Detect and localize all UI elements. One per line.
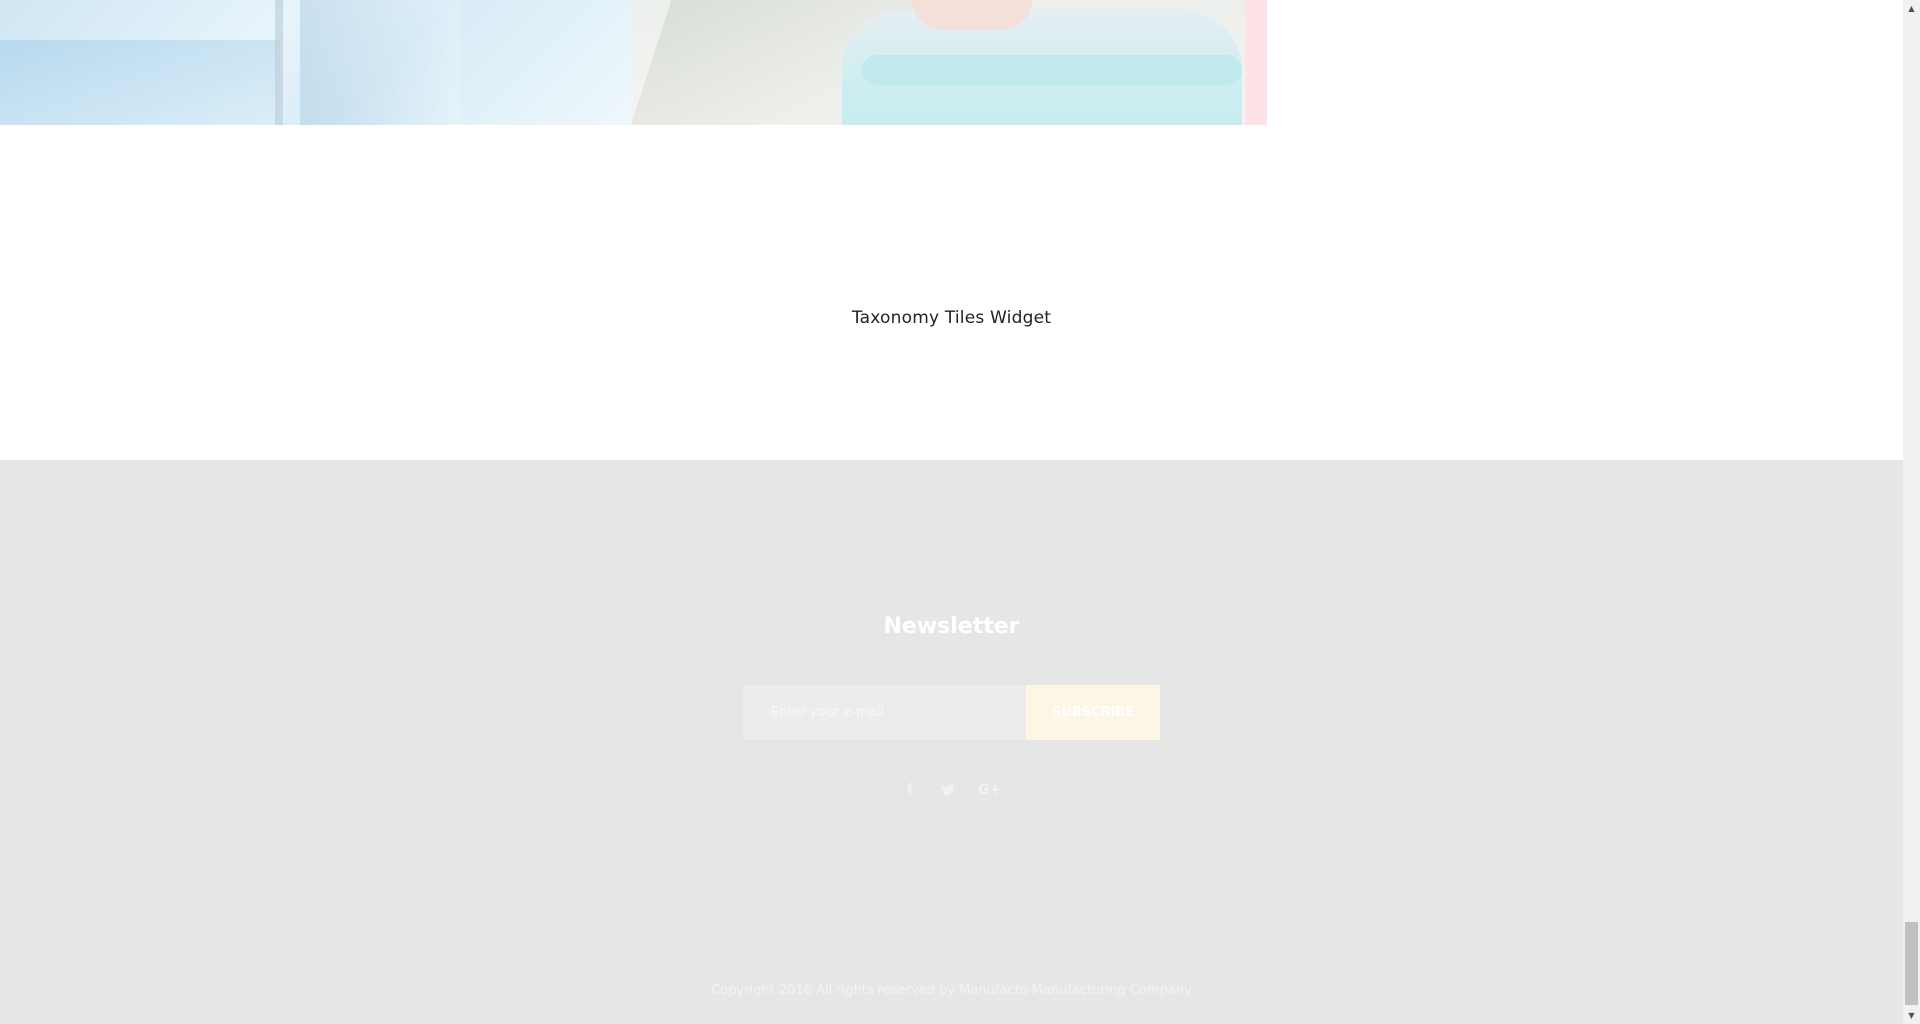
frame-bar-shape	[275, 0, 283, 125]
footer-divider	[0, 966, 1903, 967]
footer: Newsletter SUBSCRIBE f G+ Copyright 2016…	[0, 460, 1903, 1024]
social-links: f G+	[0, 780, 1903, 800]
newsletter-form: SUBSCRIBE	[743, 685, 1160, 740]
pink-edge-shape	[1245, 0, 1267, 125]
scroll-thumb[interactable]	[1905, 922, 1918, 1005]
facebook-icon[interactable]: f	[902, 780, 918, 800]
bucket-rim-shape	[862, 55, 1242, 85]
glass-panel-shape	[0, 40, 280, 125]
newsletter-title: Newsletter	[883, 614, 1020, 639]
accent-shape	[912, 0, 1032, 30]
vertical-scrollbar[interactable]: ▲ ▼	[1903, 0, 1920, 1024]
hero-image-glass[interactable]	[0, 0, 632, 125]
image-strip	[0, 0, 1267, 125]
hero-image-bucket[interactable]	[626, 0, 1267, 125]
scroll-down-arrow-icon[interactable]: ▼	[1903, 1007, 1920, 1024]
subscribe-button[interactable]: SUBSCRIBE	[1026, 685, 1160, 740]
twitter-icon[interactable]	[940, 780, 956, 800]
copyright-text: Copyright 2016 All rights reserved by Ma…	[711, 983, 1192, 998]
scroll-up-arrow-icon[interactable]: ▲	[1903, 0, 1920, 17]
taxonomy-widget-title: Taxonomy Tiles Widget	[851, 308, 1052, 328]
email-input[interactable]	[743, 685, 1026, 740]
glass-reflection-shape	[300, 0, 460, 125]
page: Taxonomy Tiles Widget Newsletter SUBSCRI…	[0, 0, 1920, 1024]
page-content: Taxonomy Tiles Widget Newsletter SUBSCRI…	[0, 0, 1903, 1024]
googleplus-icon[interactable]: G+	[978, 780, 1001, 800]
twitter-bird-icon	[940, 784, 955, 796]
